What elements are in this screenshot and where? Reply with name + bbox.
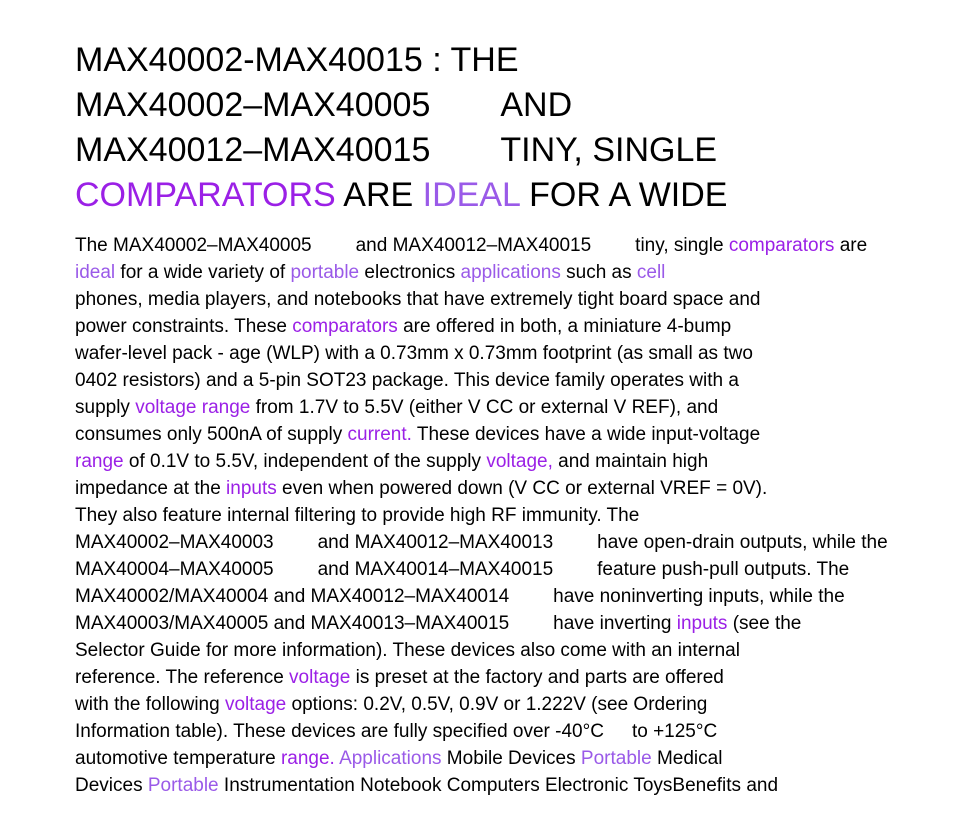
highlighted-term: Portable xyxy=(580,748,652,769)
body-line: 0402 resistors) and a 5-pin SOT23 packag… xyxy=(75,367,960,394)
highlighted-term: cell xyxy=(636,262,666,283)
body-line: impedance at the inputs even when powere… xyxy=(75,475,960,502)
highlighted-term: voltage xyxy=(224,694,287,715)
text-run: and MAX40012–MAX40013 xyxy=(317,532,554,553)
text-run: have inverting xyxy=(553,613,677,634)
text-run: from 1.7V to 5.5V (either V CC or extern… xyxy=(250,397,719,418)
text-run: even when powered down (V CC or external… xyxy=(276,478,768,499)
text-run: They also feature internal filtering to … xyxy=(75,505,640,526)
text-run: AND xyxy=(500,86,573,124)
highlighted-term: comparators xyxy=(728,235,835,256)
text-run: tiny, single xyxy=(635,235,729,256)
text-run: are xyxy=(834,235,868,256)
body-line: with the following voltage options: 0.2V… xyxy=(75,691,960,718)
highlighted-term: Portable xyxy=(147,775,219,796)
body-line: consumes only 500nA of supply current. T… xyxy=(75,421,960,448)
text-run: have open-drain outputs, while the xyxy=(597,532,888,553)
text-run: Instrumentation Notebook Computers Elect… xyxy=(218,775,779,796)
text-run: wafer-level pack - age (WLP) with a 0.73… xyxy=(75,343,753,364)
body-line: MAX40002/MAX40004 and MAX40012–MAX40014 h… xyxy=(75,583,960,610)
text-run: and MAX40012–MAX40015 xyxy=(355,235,592,256)
text-run: MAX40002–MAX40003 xyxy=(75,532,274,553)
highlighted-term: ideal xyxy=(75,262,116,283)
body-line: power constraints. These comparators are… xyxy=(75,313,960,340)
body-line: ideal for a wide variety of portable ele… xyxy=(75,259,960,286)
body-line: supply voltage range from 1.7V to 5.5V (… xyxy=(75,394,960,421)
highlighted-term: voltage xyxy=(289,667,351,688)
text-run: reference. The reference xyxy=(75,667,290,688)
body-paragraph: The MAX40002–MAX40005 and MAX40012–MAX400… xyxy=(75,232,960,799)
page-title: MAX40002-MAX40015 : THE MAX40002–MAX40005… xyxy=(75,38,955,218)
highlighted-term: range. xyxy=(280,748,335,769)
highlighted-term: voltage range xyxy=(135,397,251,418)
text-run: MAX40002/MAX40004 and MAX40012–MAX40014 xyxy=(75,586,510,607)
text-run: options: 0.2V, 0.5V, 0.9V or 1.222V (see… xyxy=(286,694,708,715)
text-run: MAX40004–MAX40005 xyxy=(75,559,274,580)
body-line: MAX40004–MAX40005 and MAX40014–MAX40015 fe… xyxy=(75,556,960,583)
text-run: MAX40012–MAX40015 xyxy=(75,131,431,169)
body-line: Information table). These devices are fu… xyxy=(75,718,960,745)
text-run: with the following xyxy=(75,694,225,715)
text-run: automotive temperature xyxy=(75,748,281,769)
body-line: wafer-level pack - age (WLP) with a 0.73… xyxy=(75,340,960,367)
text-run: consumes only 500nA of supply xyxy=(75,424,348,445)
body-line: Selector Guide for more information). Th… xyxy=(75,637,960,664)
text-run: supply xyxy=(75,397,136,418)
body-line: automotive temperature range. Applicatio… xyxy=(75,745,960,772)
body-line: MAX40002–MAX40003 and MAX40012–MAX40013 ha… xyxy=(75,529,960,556)
text-run: such as xyxy=(560,262,637,283)
text-run: (see the xyxy=(727,613,802,634)
text-run: Selector Guide for more information). Th… xyxy=(75,640,740,661)
highlighted-term: inputs xyxy=(676,613,728,634)
text-run: are offered in both, a miniature 4-bump xyxy=(397,316,732,337)
highlighted-term: voltage, xyxy=(486,451,553,472)
highlighted-term: comparators xyxy=(292,316,398,337)
text-run: and MAX40014–MAX40015 xyxy=(317,559,554,580)
body-line: phones, media players, and notebooks tha… xyxy=(75,286,960,313)
text-run: is preset at the factory and parts are o… xyxy=(350,667,724,688)
text-run: and maintain high xyxy=(552,451,709,472)
text-run: power constraints. These xyxy=(75,316,293,337)
text-run: electronics xyxy=(359,262,461,283)
title-line: MAX40012–MAX40015 TINY, SINGLE xyxy=(75,128,955,173)
text-run: Information table). These devices are fu… xyxy=(75,721,604,742)
highlighted-term: portable xyxy=(290,262,360,283)
body-line: reference. The reference voltage is pres… xyxy=(75,664,960,691)
highlighted-term: applications xyxy=(460,262,561,283)
text-run: Medical xyxy=(651,748,723,769)
text-run: FOR A WIDE xyxy=(519,176,728,214)
text-run: MAX40002-MAX40015 : THE xyxy=(75,41,519,79)
title-line: COMPARATORS ARE IDEAL FOR A WIDE xyxy=(75,173,955,218)
highlighted-term: range xyxy=(75,451,124,472)
text-run: have noninverting inputs, while the xyxy=(553,586,845,607)
body-line: range of 0.1V to 5.5V, independent of th… xyxy=(75,448,960,475)
body-line: MAX40003/MAX40005 and MAX40013–MAX40015 h… xyxy=(75,610,960,637)
text-run: MAX40002–MAX40005 xyxy=(75,86,431,124)
text-run: MAX40003/MAX40005 and MAX40013–MAX40015 xyxy=(75,613,510,634)
highlighted-term: current. xyxy=(347,424,412,445)
text-run: phones, media players, and notebooks tha… xyxy=(75,289,761,310)
body-line: Devices Portable Instrumentation Noteboo… xyxy=(75,772,960,799)
text-run: 0402 resistors) and a 5-pin SOT23 packag… xyxy=(75,370,739,391)
body-line: They also feature internal filtering to … xyxy=(75,502,960,529)
text-run: for a wide variety of xyxy=(115,262,291,283)
text-run: Mobile Devices xyxy=(441,748,581,769)
text-run: to +125°C xyxy=(631,721,718,742)
text-run: feature push-pull outputs. The xyxy=(597,559,850,580)
highlighted-term: IDEAL xyxy=(422,176,520,214)
text-run: of 0.1V to 5.5V, independent of the supp… xyxy=(123,451,487,472)
text-run: These devices have a wide input-voltage xyxy=(411,424,761,445)
highlighted-term: Applications xyxy=(339,748,442,769)
title-line: MAX40002-MAX40015 : THE xyxy=(75,38,955,83)
text-run: ARE xyxy=(335,176,423,214)
title-line: MAX40002–MAX40005 AND xyxy=(75,83,955,128)
highlighted-term: inputs xyxy=(226,478,277,499)
text-run: Devices xyxy=(75,775,148,796)
text-run: The MAX40002–MAX40005 xyxy=(75,235,312,256)
text-run: TINY, SINGLE xyxy=(500,131,718,169)
text-run: impedance at the xyxy=(75,478,227,499)
body-line: The MAX40002–MAX40005 and MAX40012–MAX400… xyxy=(75,232,960,259)
highlighted-term: COMPARATORS xyxy=(75,176,336,214)
